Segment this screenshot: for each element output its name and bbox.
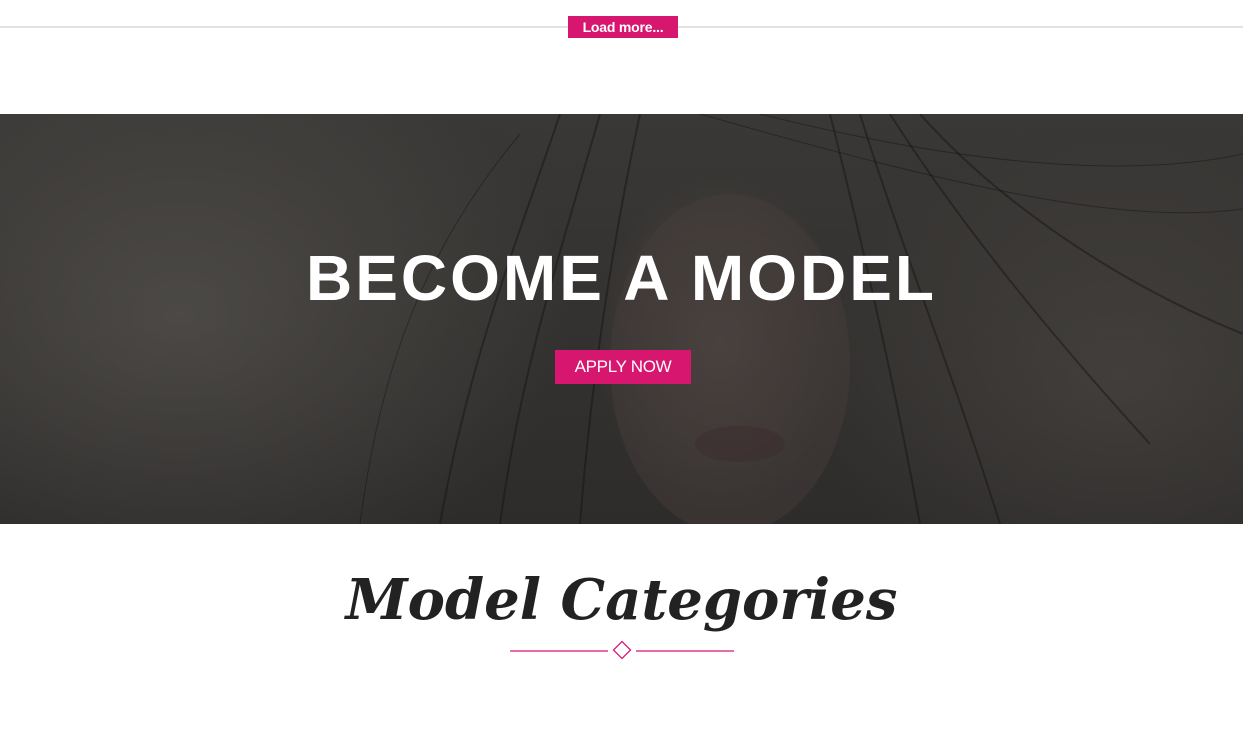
load-more-button[interactable]: Load more... xyxy=(568,16,678,38)
hero-title: BECOME A MODEL xyxy=(305,242,938,314)
top-strip: Load more... xyxy=(0,0,1243,114)
diamond-divider-icon xyxy=(510,640,734,660)
hero-background-image xyxy=(359,114,1243,524)
section-title: Model Categories xyxy=(345,567,898,633)
become-model-banner: BECOME A MODEL APPLY NOW xyxy=(0,114,1243,524)
apply-now-button[interactable]: APPLY NOW xyxy=(555,350,691,384)
